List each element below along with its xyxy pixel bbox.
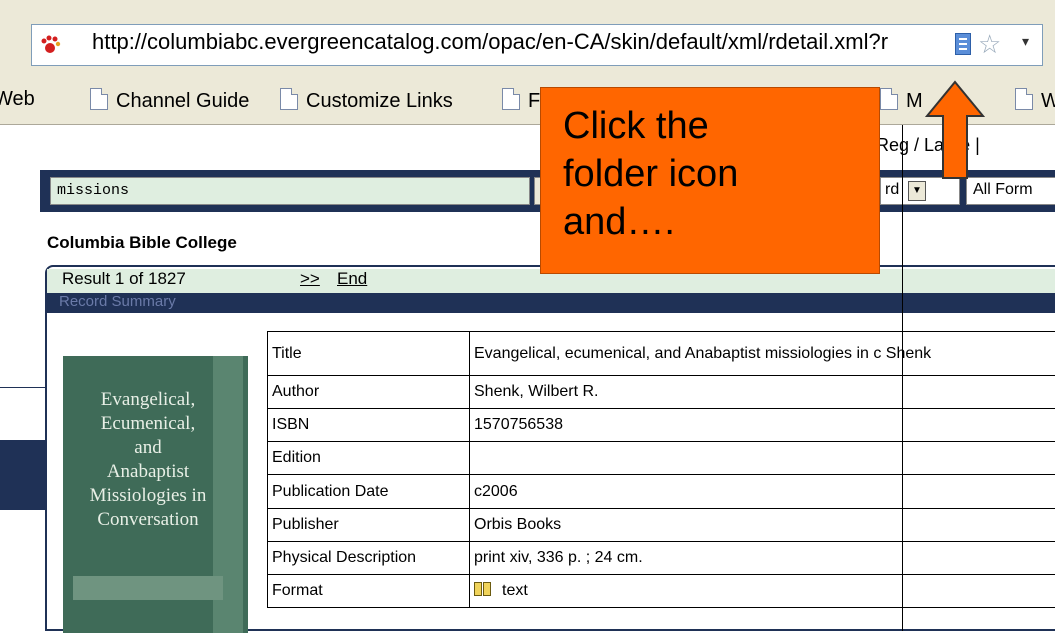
library-name: Columbia Bible College	[47, 233, 237, 253]
field-label: Format	[268, 575, 470, 608]
field-value: Evangelical, ecumenical, and Anabaptist …	[470, 332, 1055, 376]
table-row: Publication Date c2006	[268, 475, 1055, 509]
field-value: Shenk, Wilbert R.	[470, 376, 1055, 409]
page-icon	[90, 88, 108, 110]
field-label: Author	[268, 376, 470, 409]
table-row: Author Shenk, Wilbert R.	[268, 376, 1055, 409]
page-icon	[1015, 88, 1033, 110]
callout-text: Click the folder icon and….	[563, 102, 863, 246]
next-link[interactable]: >>	[300, 269, 320, 289]
search-input[interactable]: missions	[50, 177, 530, 205]
field-value: Orbis Books	[470, 509, 1055, 542]
record-detail-table: Title Evangelical, ecumenical, and Anaba…	[267, 331, 1055, 608]
dropdown-arrow-icon[interactable]: ▾	[1022, 33, 1029, 50]
format-select[interactable]: All Form	[966, 177, 1055, 205]
page-content: : Reg / Large | missions rd ▼ All Form C…	[0, 125, 1055, 631]
book-icon	[474, 582, 492, 596]
divider	[902, 125, 903, 631]
star-icon[interactable]: ☆	[978, 29, 1001, 59]
summary-header: Record Summary	[47, 293, 1055, 313]
cover-subtitle	[73, 576, 223, 600]
result-count: Result 1 of 1827	[62, 269, 186, 289]
field-value: c2006	[470, 475, 1055, 509]
field-label: Publisher	[268, 509, 470, 542]
field-value	[470, 442, 1055, 475]
field-value: text	[470, 575, 1055, 608]
summary-label: Record Summary	[59, 293, 176, 310]
divider	[0, 387, 48, 388]
field-label: Publication Date	[268, 475, 470, 509]
link-web[interactable]: Web	[0, 88, 35, 111]
url-text[interactable]: http://columbiabc.evergreencatalog.com/o…	[92, 29, 888, 55]
field-value: 1570756538	[470, 409, 1055, 442]
book-cover: Evangelical, Ecumenical, and Anabaptist …	[63, 356, 248, 633]
chevron-down-icon[interactable]: ▼	[908, 181, 926, 201]
field-label: ISBN	[268, 409, 470, 442]
bookmark-folder-icon[interactable]	[955, 33, 971, 55]
address-bar[interactable]: http://columbiabc.evergreencatalog.com/o…	[31, 24, 1043, 66]
field-label: Title	[268, 332, 470, 376]
table-row: Physical Description print xiv, 336 p. ;…	[268, 542, 1055, 575]
link-f[interactable]: F	[502, 88, 540, 113]
page-icon	[880, 88, 898, 110]
table-row: Format text	[268, 575, 1055, 608]
table-row: Title Evangelical, ecumenical, and Anaba…	[268, 332, 1055, 376]
field-label: Physical Description	[268, 542, 470, 575]
link-w[interactable]: W	[1015, 88, 1055, 113]
table-row: Edition	[268, 442, 1055, 475]
side-panel	[0, 440, 48, 510]
link-channel-guide[interactable]: Channel Guide	[90, 88, 249, 113]
end-link[interactable]: End	[337, 269, 367, 289]
page-icon	[280, 88, 298, 110]
field-label: Edition	[268, 442, 470, 475]
table-row: ISBN 1570756538	[268, 409, 1055, 442]
link-m[interactable]: M	[880, 88, 923, 113]
paw-icon	[38, 33, 62, 57]
table-row: Publisher Orbis Books	[268, 509, 1055, 542]
cover-title: Evangelical, Ecumenical, and Anabaptist …	[63, 388, 233, 532]
record-panel: Result 1 of 1827 >> End Record Summary E…	[45, 265, 1055, 631]
arrow-up-icon	[925, 80, 985, 180]
instruction-callout: Click the folder icon and….	[540, 87, 880, 274]
link-customize-links[interactable]: Customize Links	[280, 88, 453, 113]
links-toolbar: Web Channel Guide Customize Links F M W	[0, 78, 1055, 125]
address-toolbar: http://columbiabc.evergreencatalog.com/o…	[0, 0, 1055, 79]
page-icon	[502, 88, 520, 110]
field-value: print xiv, 336 p. ; 24 cm.	[470, 542, 1055, 575]
